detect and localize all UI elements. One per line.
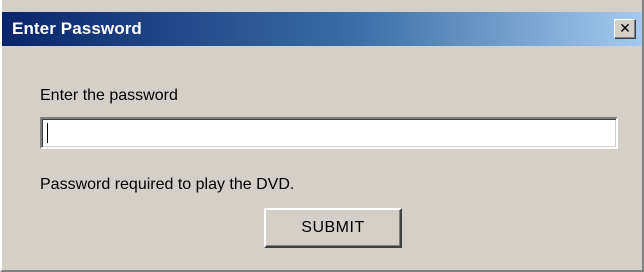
close-button[interactable]: ✕	[614, 19, 636, 39]
title-bar[interactable]: Enter Password ✕	[2, 12, 642, 46]
text-cursor	[47, 123, 48, 143]
submit-button[interactable]: SUBMIT	[264, 208, 402, 248]
close-icon: ✕	[619, 21, 631, 37]
window-title: Enter Password	[12, 19, 142, 38]
password-input[interactable]	[40, 117, 618, 149]
password-dialog: Enter Password ✕ Enter the password Pass…	[0, 0, 644, 272]
password-prompt-label: Enter the password	[40, 87, 178, 104]
password-required-message: Password required to play the DVD.	[40, 176, 295, 193]
